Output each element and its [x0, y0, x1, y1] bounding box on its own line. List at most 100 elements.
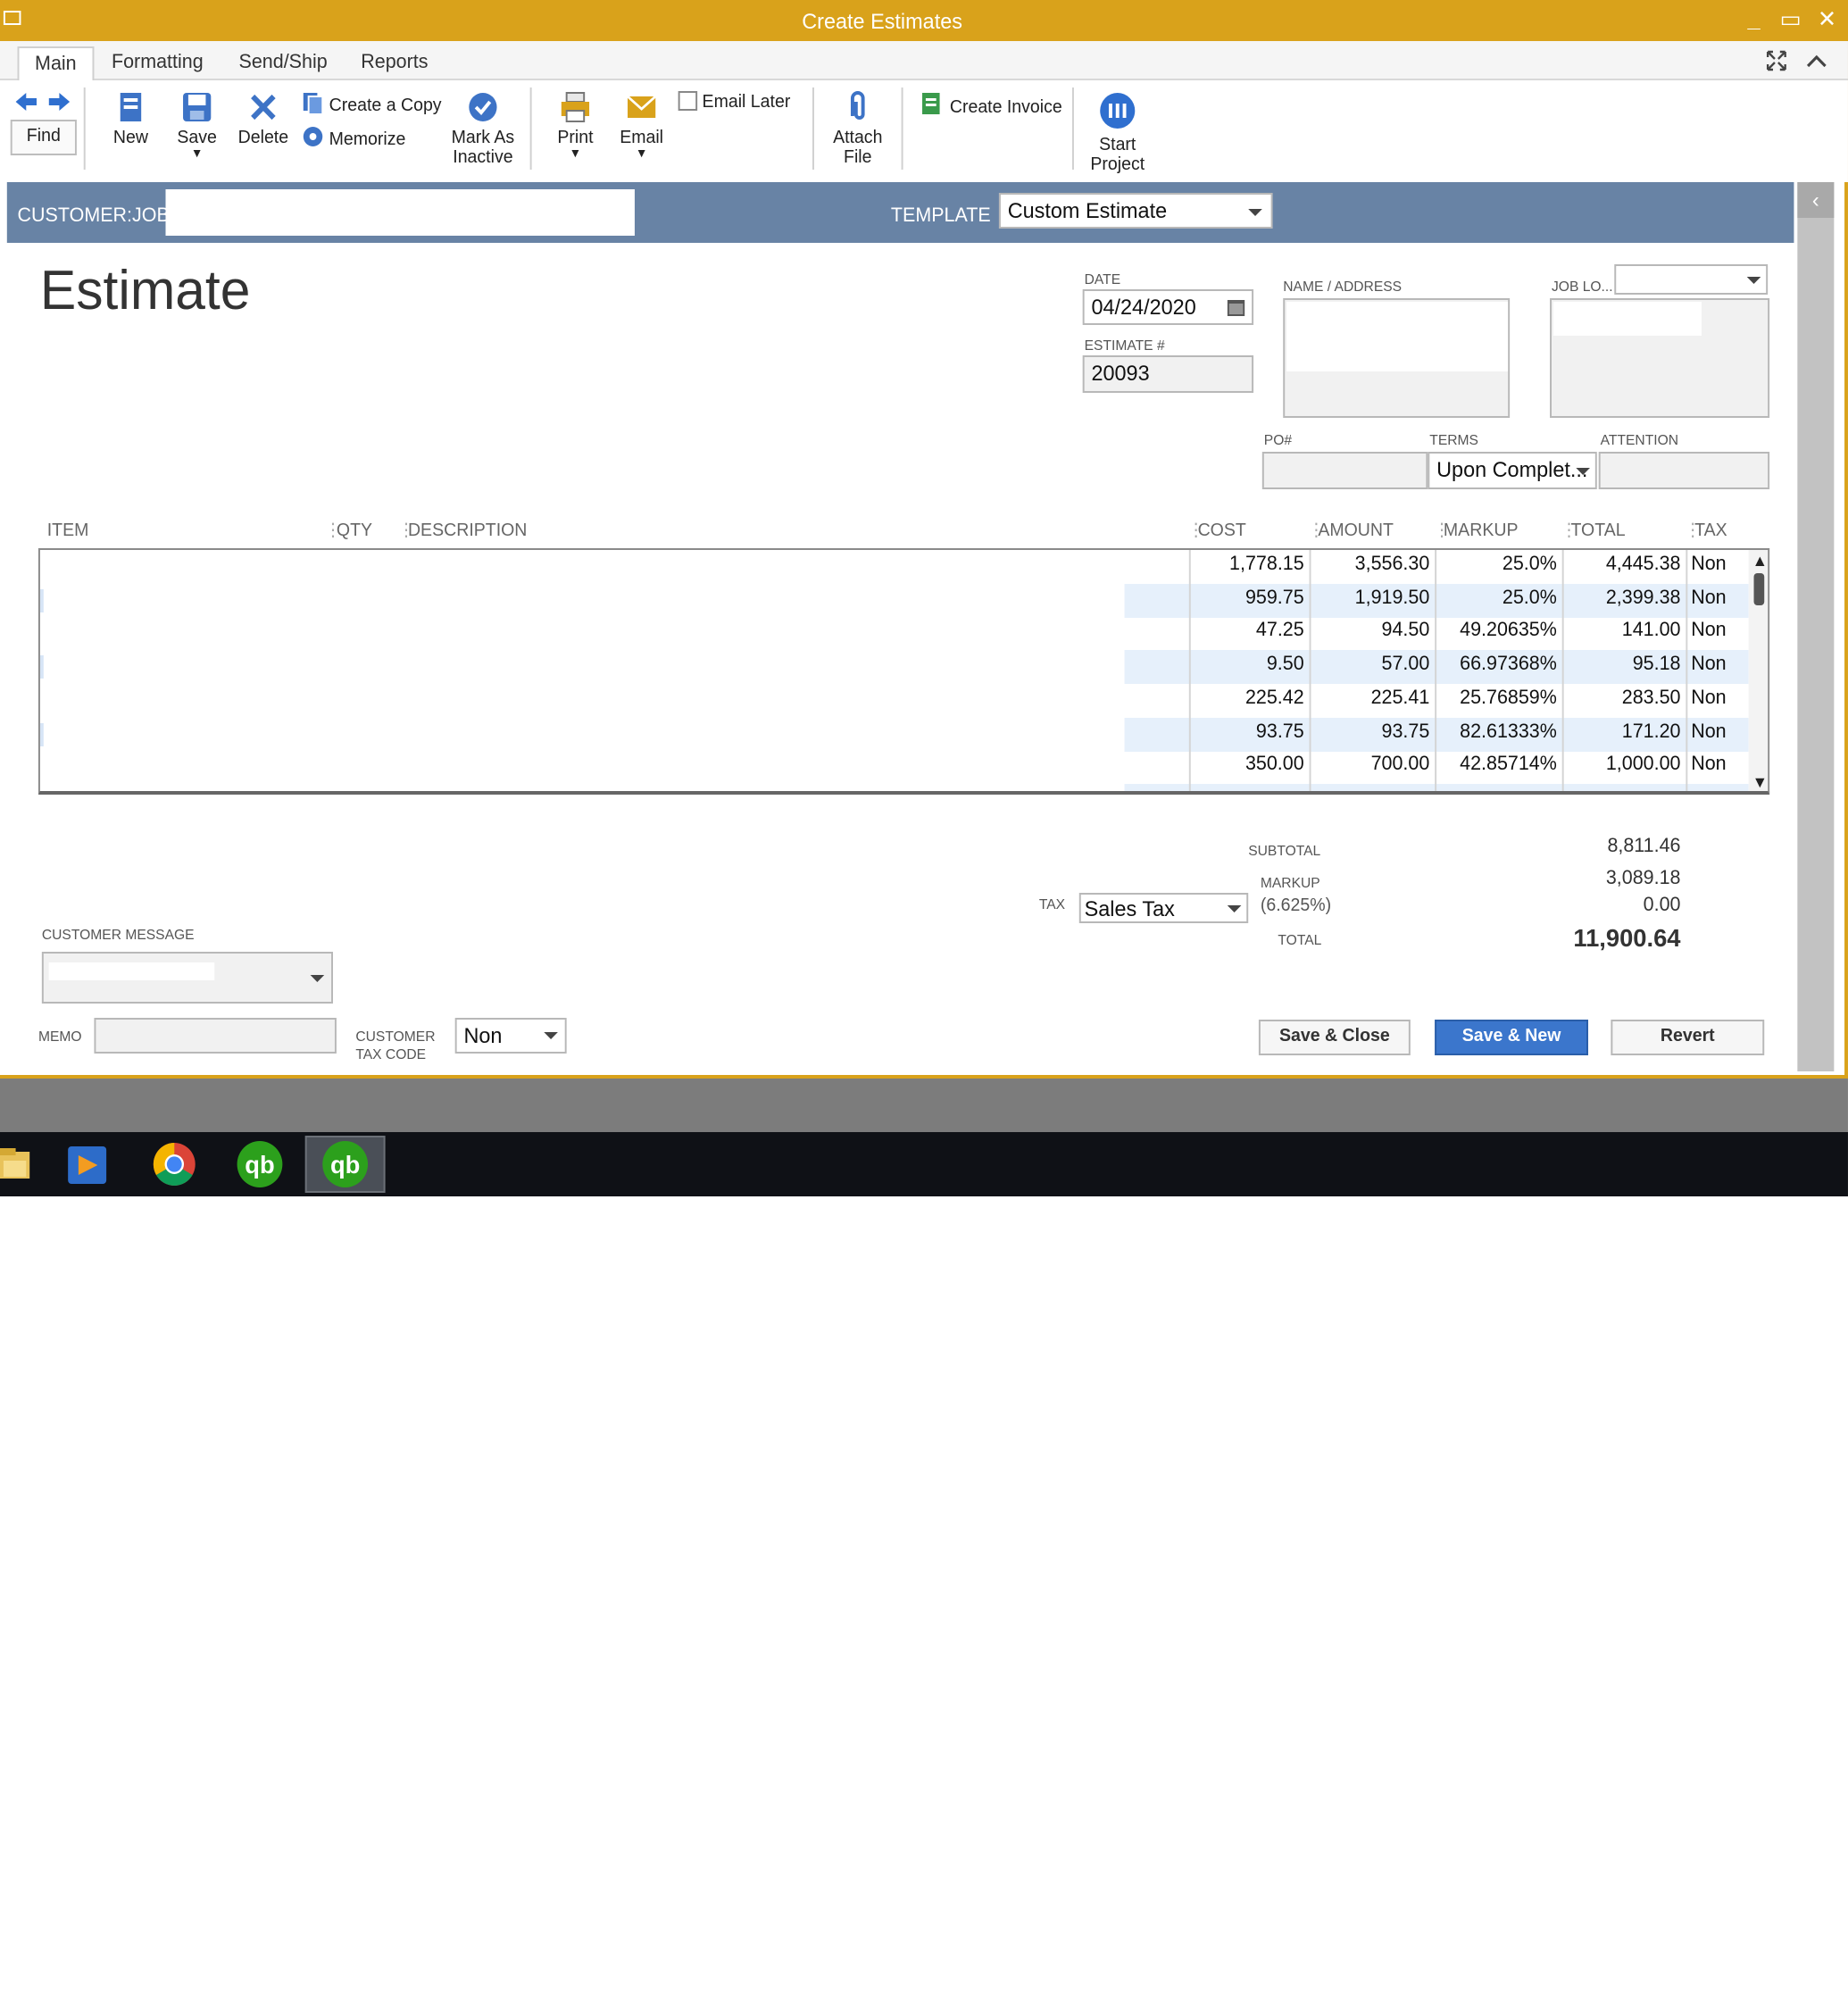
cell-markup[interactable]: 66.97368% — [1460, 654, 1557, 675]
cell-tax[interactable]: Non — [1691, 587, 1726, 608]
cell-markup[interactable]: 42.85714% — [1460, 754, 1557, 775]
column-header-markup[interactable]: MARKUP — [1444, 521, 1519, 541]
customer-job-input[interactable] — [165, 189, 635, 236]
job-location-box[interactable] — [1550, 298, 1770, 418]
cell-cost[interactable]: 959.75 — [1245, 587, 1304, 608]
title-bar[interactable]: Create Estimates _ ▭ ✕ — [0, 0, 1848, 41]
column-header-total[interactable]: TOTAL — [1570, 521, 1625, 541]
taskbar-item[interactable] — [49, 1136, 129, 1193]
cell-total[interactable]: 171.20 — [1622, 721, 1681, 742]
cell-tax[interactable]: Non — [1691, 621, 1726, 642]
revert-button[interactable]: Revert — [1611, 1020, 1765, 1055]
terms-dropdown-icon[interactable] — [1576, 468, 1590, 475]
table-row[interactable]: 9.50 57.00 66.97368% 95.18 Non — [39, 650, 1749, 685]
minimize-icon[interactable]: _ — [1742, 5, 1766, 32]
scroll-down-icon[interactable]: ▼ — [1752, 773, 1768, 791]
previous-arrow-icon[interactable] — [15, 93, 37, 111]
cell-cost[interactable]: 93.75 — [1256, 721, 1304, 742]
cell-total[interactable]: 283.50 — [1622, 687, 1681, 709]
table-row[interactable]: 1,778.15 3,556.30 25.0% 4,445.38 Non — [40, 550, 1749, 584]
create-invoice-button[interactable]: Create Invoice — [920, 91, 1062, 118]
taskbar-item[interactable] — [0, 1136, 35, 1193]
next-arrow-icon[interactable] — [48, 93, 71, 111]
print-button[interactable]: Print ▼ — [549, 91, 602, 162]
scrollbar-thumb[interactable] — [1753, 573, 1765, 605]
template-dropdown-icon[interactable] — [1248, 209, 1262, 216]
tax-item-dropdown-icon[interactable] — [1227, 905, 1242, 912]
email-later-check-icon[interactable] — [678, 91, 698, 111]
tab-main[interactable]: Main — [17, 46, 95, 80]
memorize-button[interactable]: Memorize — [302, 125, 405, 150]
cell-tax[interactable]: Non — [1691, 654, 1726, 675]
table-row[interactable]: 225.42 225.41 25.76859% 283.50 Non — [40, 684, 1749, 718]
cell-amount[interactable]: 93.75 — [1382, 721, 1430, 742]
cell-total[interactable]: 4,445.38 — [1606, 554, 1681, 575]
save-and-close-button[interactable]: Save & Close — [1258, 1020, 1411, 1055]
cell-markup[interactable]: 25.0% — [1503, 554, 1557, 575]
cell-markup[interactable]: 25.76859% — [1460, 687, 1557, 709]
taskbar-item[interactable]: qb — [220, 1136, 300, 1193]
customer-message-dropdown-icon[interactable] — [310, 975, 325, 982]
expand-side-panel-icon[interactable]: ‹ — [1797, 182, 1835, 218]
tax-item-select[interactable]: Sales Tax — [1078, 893, 1249, 923]
column-header-qty[interactable]: QTY — [337, 521, 372, 541]
terms-select[interactable]: Upon Complet... — [1428, 452, 1597, 489]
cell-cost[interactable]: 1,778.15 — [1229, 554, 1304, 575]
po-input[interactable] — [1261, 452, 1428, 489]
cell-amount[interactable]: 225.41 — [1371, 687, 1430, 709]
table-row[interactable]: 959.75 1,919.50 25.0% 2,399.38 Non — [39, 583, 1749, 618]
cell-amount[interactable]: 1,919.50 — [1355, 587, 1430, 608]
taskbar-item-active[interactable]: qb — [304, 1136, 386, 1193]
job-location-select[interactable] — [1614, 264, 1769, 295]
expand-icon[interactable] — [1766, 50, 1786, 71]
cell-amount[interactable]: 3,556.30 — [1355, 554, 1430, 575]
email-button[interactable]: Email ▼ — [615, 91, 668, 162]
column-header-amount[interactable]: AMOUNT — [1318, 521, 1394, 541]
find-button[interactable]: Find — [10, 120, 77, 155]
cell-amount[interactable]: 57.00 — [1382, 654, 1430, 675]
taskbar-item[interactable] — [134, 1136, 214, 1193]
cell-total[interactable]: 1,000.00 — [1606, 754, 1681, 775]
save-dropdown-icon[interactable]: ▼ — [171, 148, 223, 162]
scroll-up-icon[interactable]: ▲ — [1752, 552, 1768, 570]
column-header-cost[interactable]: COST — [1198, 521, 1246, 541]
cell-tax[interactable]: Non — [1691, 721, 1726, 742]
template-select[interactable]: Custom Estimate — [998, 193, 1273, 229]
save-button[interactable]: Save ▼ — [171, 91, 223, 162]
cell-markup[interactable]: 82.61333% — [1460, 721, 1557, 742]
attention-input[interactable] — [1598, 452, 1770, 489]
maximize-icon[interactable]: ▭ — [1778, 5, 1802, 34]
cell-cost[interactable]: 9.50 — [1267, 654, 1304, 675]
cell-total[interactable]: 141.00 — [1622, 621, 1681, 642]
attach-file-button[interactable]: Attach File — [828, 91, 887, 168]
mark-as-inactive-button[interactable]: Mark As Inactive — [445, 91, 521, 168]
cell-total[interactable]: 95.18 — [1633, 654, 1681, 675]
cell-amount[interactable]: 94.50 — [1382, 621, 1430, 642]
estimate-number-input[interactable]: 20093 — [1082, 355, 1254, 393]
start-project-button[interactable]: Start Project — [1086, 91, 1149, 175]
cell-total[interactable]: 2,399.38 — [1606, 587, 1681, 608]
grid-scrollbar[interactable]: ▲ ▼ — [1748, 550, 1769, 791]
customer-message-select[interactable] — [41, 952, 333, 1004]
email-dropdown-icon[interactable]: ▼ — [615, 148, 668, 162]
column-header-tax[interactable]: TAX — [1694, 521, 1727, 541]
column-header-item[interactable]: ITEM — [47, 521, 89, 541]
email-later-checkbox[interactable]: Email Later — [678, 91, 790, 112]
table-row[interactable]: 350.00 700.00 42.85714% 1,000.00 Non — [40, 750, 1749, 784]
save-and-new-button[interactable]: Save & New — [1435, 1020, 1589, 1055]
collapse-ribbon-icon[interactable] — [1806, 52, 1827, 70]
delete-button[interactable]: Delete — [236, 91, 291, 148]
cell-cost[interactable]: 47.25 — [1256, 621, 1304, 642]
cell-cost[interactable]: 225.42 — [1245, 687, 1304, 709]
table-row[interactable]: 47.25 94.50 49.20635% 141.00 Non — [40, 617, 1749, 651]
cell-amount[interactable]: 700.00 — [1371, 754, 1430, 775]
table-row[interactable]: 93.75 93.75 82.61333% 171.20 Non — [39, 717, 1749, 751]
cell-tax[interactable]: Non — [1691, 687, 1726, 709]
create-copy-button[interactable]: Create a Copy — [302, 91, 442, 116]
print-dropdown-icon[interactable]: ▼ — [549, 148, 602, 162]
job-location-dropdown-icon[interactable] — [1746, 277, 1761, 284]
name-address-box[interactable] — [1283, 298, 1511, 418]
customer-tax-code-dropdown-icon[interactable] — [544, 1032, 558, 1039]
tab-reports[interactable]: Reports — [345, 46, 444, 80]
cell-cost[interactable]: 350.00 — [1245, 754, 1304, 775]
